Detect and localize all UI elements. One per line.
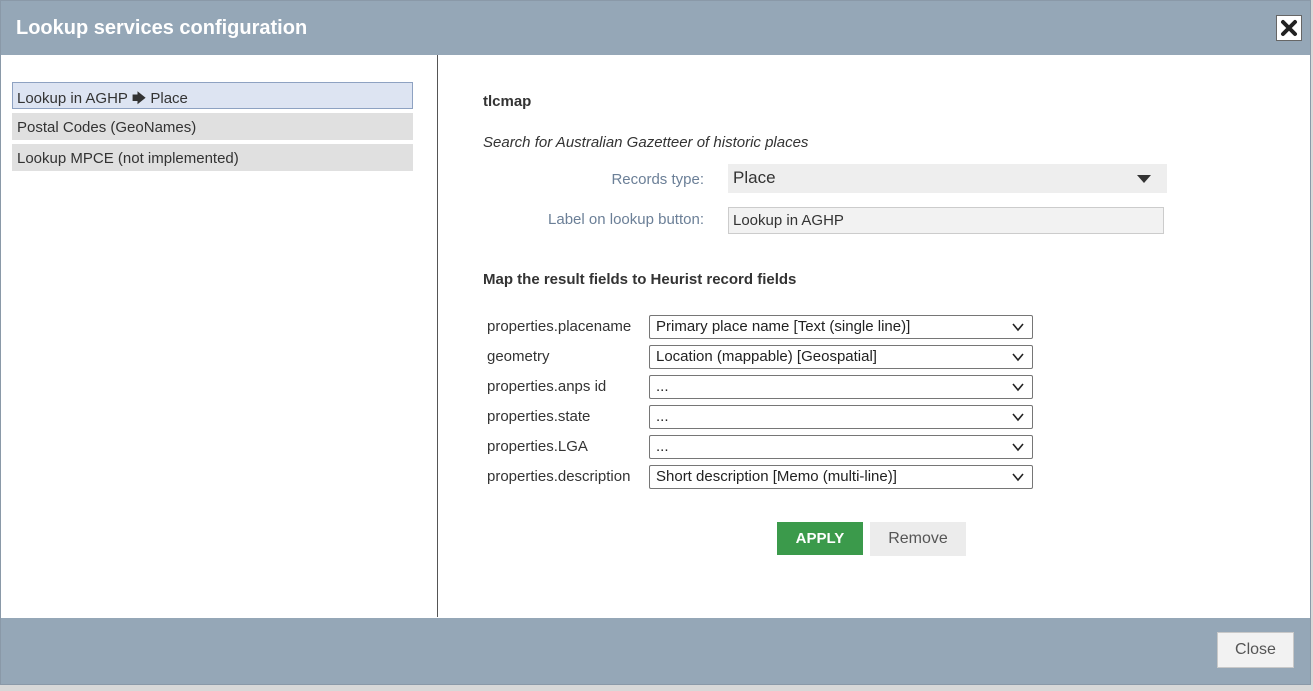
chevron-down-icon [1012, 353, 1024, 362]
button-label-input[interactable] [728, 207, 1164, 234]
service-list: Lookup in AGHP 🡆 Place Postal Codes (GeoNa… [12, 82, 413, 175]
records-type-value: Place [733, 168, 776, 187]
chevron-down-icon [1012, 323, 1024, 332]
heurist-field-value: Short description [Memo (multi-line)] [656, 468, 897, 485]
service-item-postal-codes[interactable]: Postal Codes (GeoNames) [12, 113, 413, 140]
close-icon[interactable] [1276, 15, 1302, 41]
heurist-field-select[interactable]: ... [649, 375, 1033, 399]
heurist-field-select[interactable]: Short description [Memo (multi-line)] [649, 465, 1033, 489]
heurist-field-value: Primary place name [Text (single line)] [656, 318, 911, 335]
result-field-name: properties.state [487, 408, 591, 425]
result-field-name: properties.description [487, 468, 631, 485]
heurist-field-select[interactable]: ... [649, 405, 1033, 429]
chevron-down-icon [1012, 383, 1024, 392]
records-type-select[interactable]: Place [728, 164, 1167, 193]
heurist-field-select[interactable]: ... [649, 435, 1033, 459]
service-list-pane: Lookup in AGHP 🡆 Place Postal Codes (GeoNa… [1, 55, 438, 617]
service-item-label: Postal Codes (GeoNames) [17, 119, 197, 136]
service-item-aghp[interactable]: Lookup in AGHP 🡆 Place [12, 82, 413, 109]
result-field-name: geometry [487, 348, 550, 365]
mapping-heading: Map the result fields to Heurist record … [483, 271, 797, 288]
service-description: Search for Australian Gazetteer of histo… [483, 134, 809, 151]
service-item-mpce[interactable]: Lookup MPCE (not implemented) [12, 144, 413, 171]
button-label-label: Label on lookup button: [548, 211, 704, 228]
service-config-pane: tlcmap Search for Australian Gazetteer o… [438, 55, 1310, 617]
heurist-field-value: Location (mappable) [Geospatial] [656, 348, 877, 365]
chevron-down-icon [1012, 443, 1024, 452]
service-item-target: Place [150, 90, 188, 107]
service-item-label: Lookup in AGHP [17, 90, 128, 107]
close-button[interactable]: Close [1217, 632, 1294, 668]
heurist-field-value: ... [656, 378, 669, 395]
heurist-field-value: ... [656, 408, 669, 425]
dialog-footer: Close [1, 618, 1310, 684]
lookup-config-dialog: Lookup services configuration Lookup in … [0, 0, 1311, 685]
arrow-right-icon: 🡆 [131, 90, 147, 106]
remove-button[interactable]: Remove [870, 522, 966, 556]
apply-button[interactable]: APPLY [777, 522, 863, 555]
close-x-icon [1281, 20, 1297, 36]
service-item-label: Lookup MPCE (not implemented) [17, 150, 239, 167]
result-field-name: properties.LGA [487, 438, 588, 455]
caret-down-icon [1137, 175, 1151, 183]
dialog-titlebar: Lookup services configuration [1, 1, 1310, 55]
result-field-name: properties.placename [487, 318, 632, 335]
dialog-title: Lookup services configuration [16, 17, 308, 39]
heurist-field-select[interactable]: Location (mappable) [Geospatial] [649, 345, 1033, 369]
records-type-label: Records type: [611, 171, 704, 188]
chevron-down-icon [1012, 413, 1024, 422]
result-field-name: properties.anps id [487, 378, 607, 395]
service-name: tlcmap [483, 93, 532, 110]
heurist-field-value: ... [656, 438, 669, 455]
heurist-field-select[interactable]: Primary place name [Text (single line)] [649, 315, 1033, 339]
chevron-down-icon [1012, 473, 1024, 482]
